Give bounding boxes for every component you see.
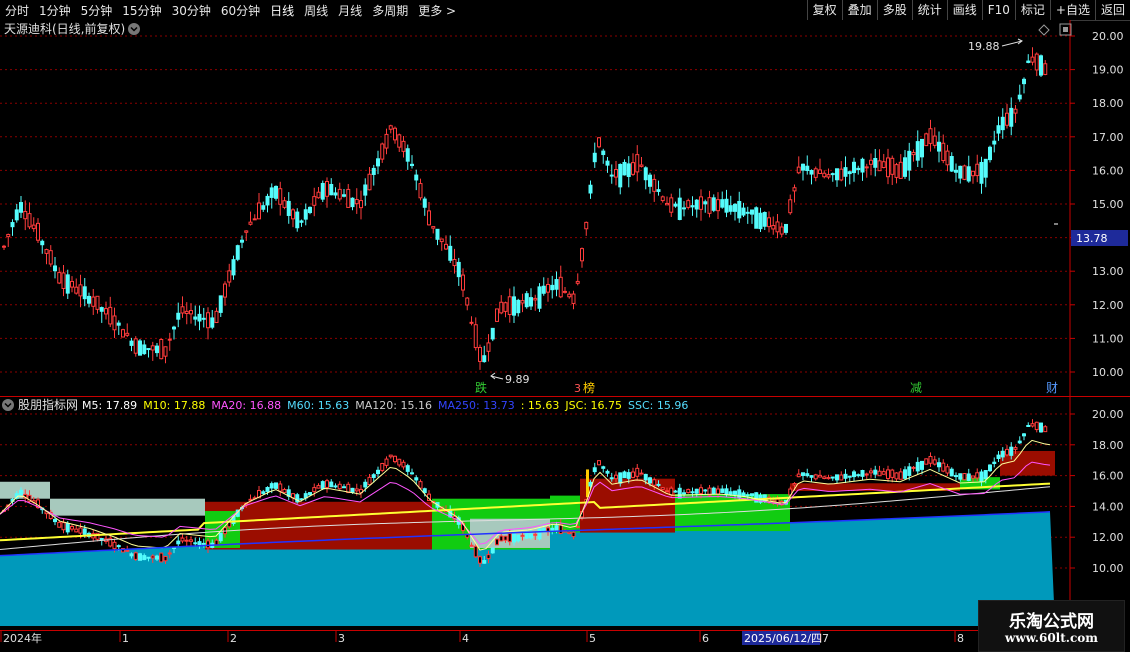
period-tab-5[interactable]: 60分钟: [216, 2, 265, 19]
price-tick: 17.00: [1092, 131, 1124, 144]
time-tick: 7: [822, 632, 829, 645]
action-button-0[interactable]: 复权: [806, 0, 842, 20]
action-button-5[interactable]: F10: [981, 0, 1015, 20]
stock-title: 天源迪科(日线,前复权): [4, 21, 125, 36]
time-tick: 2: [230, 632, 237, 645]
indicator-menu-icon[interactable]: [2, 399, 14, 411]
price-tick: 20.00: [1092, 30, 1124, 43]
watermark-logo: 乐淘公式网 www.60lt.com: [978, 600, 1125, 652]
price-tick: 16.00: [1092, 164, 1124, 177]
period-tab-2[interactable]: 5分钟: [76, 2, 118, 19]
period-tab-4[interactable]: 30分钟: [167, 2, 216, 19]
indicator-tick: 16.00: [1092, 470, 1124, 483]
period-tab-8[interactable]: 月线: [333, 2, 367, 19]
event-marker-jian[interactable]: 减: [910, 381, 922, 395]
indicator-tick: 20.00: [1092, 408, 1124, 421]
action-button-3[interactable]: 统计: [911, 0, 947, 20]
indicator-tick: 10.00: [1092, 562, 1124, 575]
price-axis: 20.0019.0018.0017.0016.0015.0014.0013.00…: [1070, 30, 1124, 379]
period-toolbar: 分时 1分钟 5分钟 15分钟 30分钟 60分钟 日线 周线 月线 多周期 更多 > 复权 叠加 多股…: [0, 0, 1130, 21]
current-price: 13.78: [1076, 232, 1108, 245]
indicator-axis: 20.00 18.00 16.00 14.00 12.00 10.00: [1070, 408, 1124, 575]
period-tab-3[interactable]: 15分钟: [117, 2, 166, 19]
indicator-values: M5: 17.89 M10: 17.88 MA20: 16.88 M60: 15.63…: [82, 399, 688, 412]
cursor-date: 2025/06/12/四: [744, 632, 822, 645]
period-tab-9[interactable]: 多周期: [367, 2, 413, 19]
action-button-8[interactable]: 返回: [1094, 0, 1130, 20]
indicator-tick: 18.00: [1092, 439, 1124, 452]
event-marker-die[interactable]: 跌: [475, 380, 487, 395]
action-button-4[interactable]: 画线: [946, 0, 982, 20]
indicator-name: 股朋指标网: [18, 397, 78, 412]
price-tick: 13.00: [1092, 265, 1124, 278]
watermark-url: www.60lt.com: [1005, 631, 1098, 645]
price-tick: 15.00: [1092, 198, 1124, 211]
high-price-label: 19.88: [968, 40, 1000, 53]
period-tab-0[interactable]: 分时: [0, 2, 34, 19]
watermark-title: 乐淘公式网: [1009, 612, 1094, 632]
period-tab-7[interactable]: 周线: [299, 2, 333, 19]
indicator-tick: 14.00: [1092, 500, 1124, 513]
period-tab-10[interactable]: 更多 >: [413, 2, 461, 19]
indicator-tick: 12.00: [1092, 531, 1124, 544]
time-tick: 8: [957, 632, 964, 645]
event-marker-3[interactable]: 3: [574, 382, 581, 395]
period-tabs: 分时 1分钟 5分钟 15分钟 30分钟 60分钟 日线 周线 月线 多周期 更多 >: [0, 0, 461, 20]
event-marker-bang[interactable]: 榜: [583, 380, 595, 395]
price-tick: 18.00: [1092, 97, 1124, 110]
stock-chart[interactable]: 20.00 19.00 18.00 17.00 16.00 15.00 14.00 13.00…: [0, 20, 1130, 650]
time-tick: 5: [589, 632, 596, 645]
chevron-down-icon[interactable]: [128, 23, 140, 35]
event-marker-cai[interactable]: 财: [1046, 381, 1058, 395]
action-button-1[interactable]: 叠加: [841, 0, 877, 20]
price-tick: 10.00: [1092, 366, 1124, 379]
price-tick: 19.00: [1092, 64, 1124, 77]
action-button-7[interactable]: +自选: [1049, 0, 1095, 20]
action-buttons: 复权 叠加 多股 统计 画线 F10 标记 +自选 返回: [806, 0, 1130, 20]
time-tick: 1: [122, 632, 129, 645]
time-tick: 3: [338, 632, 345, 645]
time-tick: 4: [462, 632, 469, 645]
time-tick: 2024年: [3, 631, 42, 645]
price-tick: 11.00: [1092, 332, 1124, 345]
price-tick: 12.00: [1092, 299, 1124, 312]
action-button-2[interactable]: 多股: [876, 0, 912, 20]
period-tab-1[interactable]: 1分钟: [34, 2, 76, 19]
time-tick: 6: [702, 632, 709, 645]
period-tab-6[interactable]: 日线: [265, 2, 299, 19]
action-button-6[interactable]: 标记: [1014, 0, 1050, 20]
low-price-label: 9.89: [505, 373, 530, 386]
